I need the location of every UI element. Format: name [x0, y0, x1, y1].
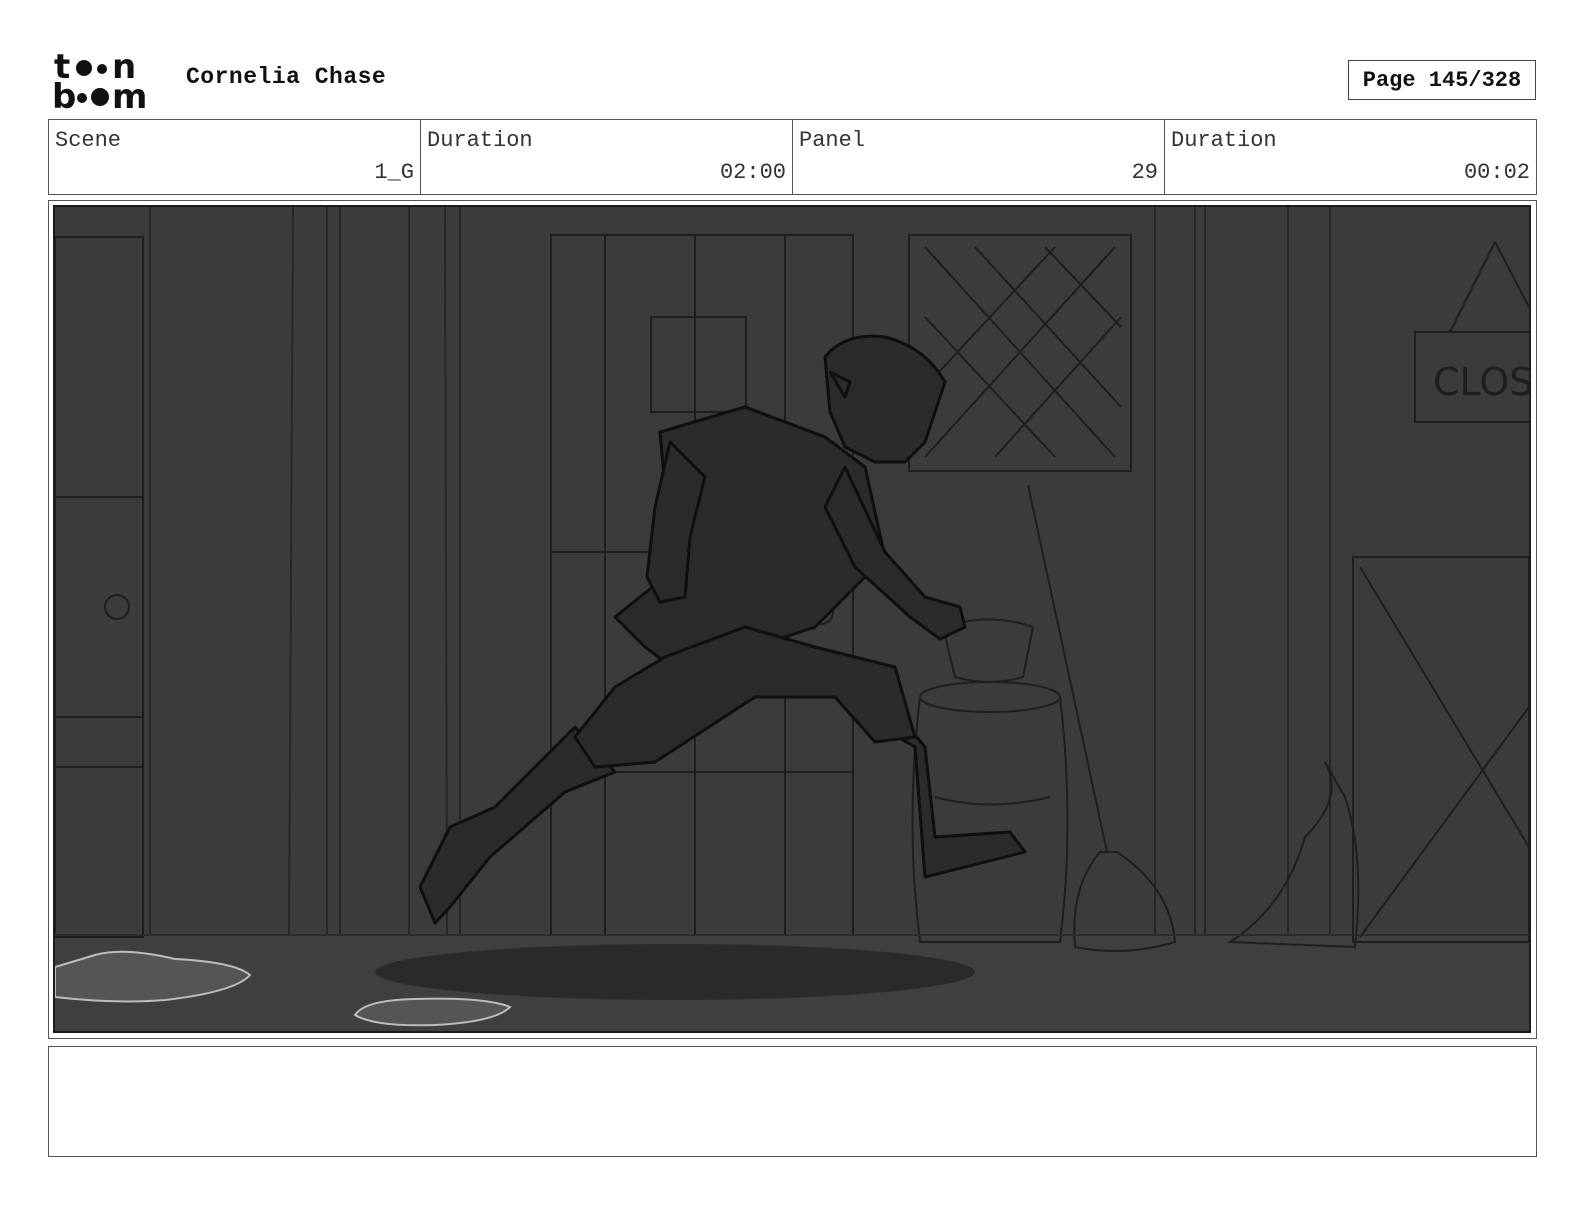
shadow — [375, 944, 975, 1000]
svg-text:b: b — [52, 77, 76, 112]
closed-sign-text: CLOS — [1433, 360, 1529, 404]
running-character — [418, 334, 1027, 925]
right-door — [1352, 556, 1529, 943]
panel-duration-label: Duration — [1171, 128, 1277, 153]
toonboom-logo: t n b m — [52, 47, 164, 117]
info-row: Scene 1_G Duration 02:00 Panel 29 Durati… — [48, 119, 1537, 195]
barrel — [911, 618, 1069, 943]
panel-duration-cell: Duration 00:02 — [1165, 120, 1536, 194]
scene-value: 1_G — [374, 160, 414, 185]
window — [908, 234, 1132, 472]
scene-duration-value: 02:00 — [719, 160, 786, 185]
left-door — [55, 236, 144, 938]
page-label: Page 145/328 — [1362, 67, 1522, 93]
panel-duration-value: 00:02 — [1463, 160, 1530, 185]
panel-drawing: CLOS — [55, 207, 1529, 1031]
panel-cell: Panel 29 — [793, 120, 1165, 194]
panel-notes — [48, 1046, 1537, 1157]
project-title: Cornelia Chase — [186, 64, 387, 90]
svg-text:m: m — [112, 77, 147, 112]
sack — [1226, 761, 1360, 949]
scene-duration-cell: Duration 02:00 — [421, 120, 793, 194]
panel-label: Panel — [799, 128, 866, 153]
scene-label: Scene — [55, 128, 122, 153]
scene-cell: Scene 1_G — [49, 120, 421, 194]
broom — [1027, 484, 1177, 952]
page-indicator: Page 145/328 — [1348, 60, 1536, 100]
panel-frame: CLOS — [48, 200, 1537, 1039]
storyboard-panel-image: CLOS — [53, 205, 1531, 1033]
panel-value: 29 — [1131, 160, 1158, 185]
scene-duration-label: Duration — [427, 128, 533, 153]
